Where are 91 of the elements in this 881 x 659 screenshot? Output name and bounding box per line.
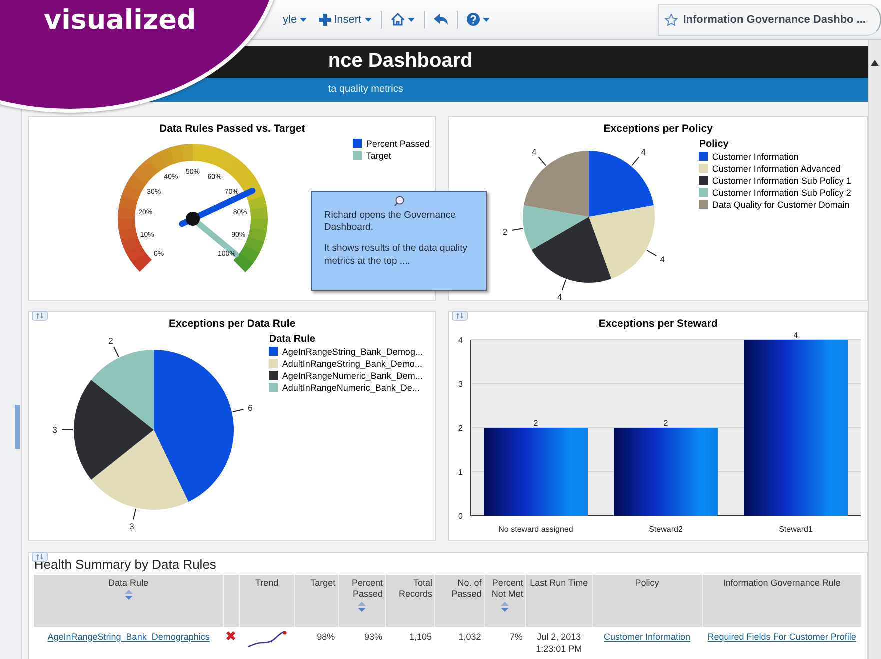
table-cell: 98% [294,626,338,659]
data-label: 4 [558,292,563,300]
panel-tab-icon[interactable] [452,310,468,321]
table-cell: 1,105 [386,626,435,659]
leader-line [538,156,547,166]
column-header[interactable]: Data Rule [34,574,224,627]
leader-line [646,250,658,256]
data-label: 2 [109,336,114,346]
sort-icon[interactable] [358,602,366,612]
legend-label: Customer Information Sub Policy 1 [712,176,852,186]
leader-line [512,228,524,231]
legend-label: AgeInRangeString_Bank_Demog... [282,346,423,357]
menu-button[interactable]: yle [280,12,310,28]
panel-tab-icon[interactable] [32,310,48,321]
column-header: Policy [592,574,702,627]
leader-line [632,156,640,166]
data-label: 2 [664,418,669,428]
legend-title: Policy [699,138,730,150]
column-header: Last Run Time [526,574,592,627]
table-cell: 1,032 [434,626,484,659]
table-cell: 7% [484,626,526,659]
chart-title: Exceptions per Steward [598,318,719,330]
column-header[interactable]: Percent Not Met [484,574,526,627]
axis-tick-label: 4 [458,336,464,345]
back-arrow-icon [434,14,448,25]
insert-menu-button[interactable]: Insert [316,12,375,28]
house-icon [390,13,405,26]
note-text: It shows results of the data quality metrics at the top .... [324,243,468,268]
data-label: 4 [794,330,799,340]
data-label: 4 [642,146,646,157]
data-label: 2 [534,418,539,428]
category-label: Steward2 [649,524,684,534]
table-cell: 93% [338,626,386,659]
chart-title: Exceptions per Policy [602,122,714,135]
leader-line [114,346,120,358]
column-header[interactable]: Percent Passed [338,574,386,627]
axis-tick-label: 1 [458,468,464,477]
data-label: 2 [503,226,508,236]
data-label: 4 [532,146,538,157]
legend-label: Target [366,150,392,161]
panel-collapse-handle[interactable] [15,405,20,449]
legend-label: AdultInRangeNumeric_Bank_De... [282,382,420,393]
column-header: Target [294,574,338,627]
leader-line [562,279,567,291]
policy-link[interactable]: Customer Information [604,632,691,642]
category-label: Steward1 [779,524,814,534]
legend-label: Customer Information Advanced [712,164,841,174]
caret-icon [482,18,490,22]
overlay-label: visualized [44,5,196,36]
table-cell: Jul 2, 2013 1:23:01 PM [526,626,592,659]
data-label: 3 [53,424,58,435]
column-header: Information Governance Rule [702,574,862,627]
axis-tick-label: 3 [458,380,464,389]
data-label: 3 [130,521,135,532]
legend-label: Customer Information Sub Policy 2 [712,188,852,198]
star-icon [665,14,678,26]
legend-title: Data Rule [269,334,316,345]
legend-label: AdultInRangeString_Bank_Demo... [282,358,422,369]
column-header: Trend [239,574,295,627]
column-header: Total Records [386,574,435,627]
leader-line [133,508,137,520]
chart-title: Exceptions per Data Rule [168,318,297,330]
data-label: 4 [660,254,666,264]
caret-icon [364,18,372,22]
gauge-hub [186,212,200,226]
category-label: No steward assigned [499,524,574,534]
legend-label: AgeInRangeNumeric_Bank_Dem... [282,370,423,381]
help-icon [466,13,480,26]
dashboard-tab[interactable]: Information Governance Dashbo ... [658,4,881,36]
sort-icon[interactable] [124,590,133,600]
legend-label: Data Quality for Customer Domain [712,200,850,210]
data-label: 6 [248,402,254,413]
plus-icon [319,14,332,26]
caret-icon [408,18,415,22]
trend-sparkline [246,630,288,649]
x-mark-icon [226,630,236,641]
legend-label: Percent Passed [366,138,430,149]
data-rule-link[interactable]: AgeInRangeString_Bank_Demographics [48,632,210,642]
governance-rule-link[interactable]: Required Fields For Customer Profile [708,632,856,642]
sort-icon[interactable] [501,602,510,612]
chart-title: Data Rules Passed vs. Target [158,122,306,135]
legend-label: Customer Information [712,152,799,162]
note-text: Richard opens the Governance Dashboard. [324,210,457,234]
caret-icon [300,18,308,22]
axis-tick-label: 0 [458,512,464,521]
leader-line [232,408,245,412]
axis-tick-label: 2 [458,424,464,433]
section-title: Health Summary by Data Rules [34,556,218,572]
column-header: No. of Passed [434,574,484,627]
scrollbar[interactable] [868,40,881,659]
leader-line [62,429,74,430]
